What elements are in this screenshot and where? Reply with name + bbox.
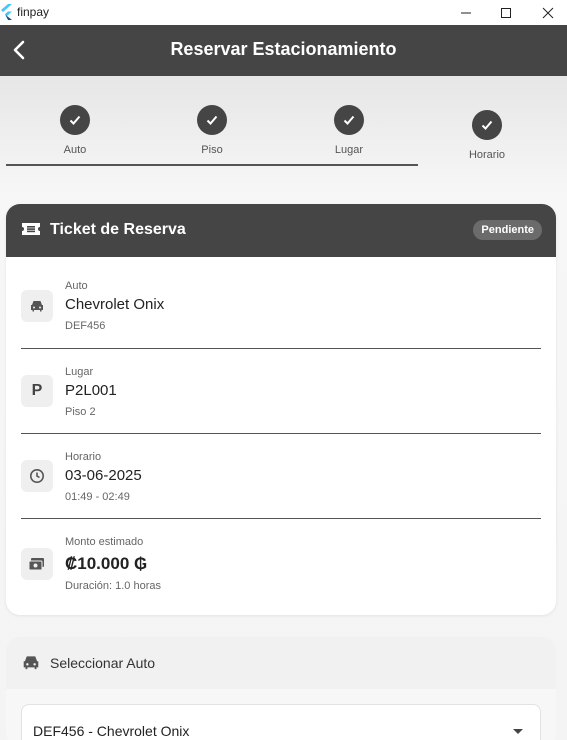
- ticket-header: Ticket de Reserva Pendiente: [6, 204, 556, 257]
- horario-label: Horario: [65, 451, 102, 463]
- select-auto-title: Seleccionar Auto: [50, 655, 156, 671]
- ticket-row-auto: Auto Chevrolet Onix DEF456: [21, 280, 541, 346]
- car-icon: [21, 290, 53, 322]
- window-titlebar: finpay: [0, 0, 567, 25]
- check-icon: [206, 115, 218, 125]
- money-icon: [21, 548, 53, 580]
- step-active-indicator: [472, 110, 502, 140]
- dropdown-caret-icon: [513, 729, 523, 734]
- close-button[interactable]: [526, 0, 567, 25]
- select-auto-header: Seleccionar Auto: [6, 637, 556, 689]
- close-icon: [542, 7, 554, 18]
- ticket-title: Ticket de Reserva: [50, 221, 186, 238]
- divider: [21, 518, 541, 519]
- auto-label: Auto: [65, 280, 88, 292]
- parking-letter: P: [31, 382, 43, 399]
- window-title: finpay: [17, 5, 50, 19]
- step-piso[interactable]: Piso: [162, 105, 262, 156]
- horario-time: 01:49 - 02:49: [65, 491, 130, 503]
- step-done-indicator: [197, 105, 227, 135]
- reservation-ticket-card: Ticket de Reserva Pendiente Auto Chevrol…: [6, 204, 556, 615]
- auto-plate: DEF456: [65, 320, 106, 332]
- divider: [21, 433, 541, 434]
- car-icon: [23, 656, 39, 670]
- minimize-button[interactable]: [444, 0, 488, 25]
- ticket-row-horario: Horario 03-06-2025 01:49 - 02:49: [21, 451, 541, 517]
- app-bar: Reservar Estacionamiento: [0, 25, 567, 76]
- flutter-logo-icon: [1, 4, 12, 20]
- step-label: Lugar: [334, 144, 364, 156]
- maximize-button[interactable]: [484, 0, 528, 25]
- step-label: Auto: [63, 144, 87, 156]
- monto-value: ₡10.000 ₲: [65, 554, 148, 573]
- lugar-floor: Piso 2: [65, 406, 96, 418]
- step-done-indicator: [60, 105, 90, 135]
- parking-icon: P: [21, 375, 53, 407]
- select-auto-card: Seleccionar Auto DEF456 - Chevrolet Onix: [6, 637, 556, 740]
- lugar-label: Lugar: [65, 366, 94, 378]
- step-horario[interactable]: Horario: [437, 110, 537, 161]
- status-badge: Pendiente: [473, 220, 542, 240]
- step-label: Piso: [201, 144, 223, 156]
- ticket-icon: [22, 223, 40, 235]
- step-progress-line: [6, 164, 418, 166]
- minimize-icon: [461, 12, 471, 13]
- lugar-value: P2L001: [65, 382, 117, 399]
- check-icon: [343, 115, 355, 125]
- clock-icon: [21, 460, 53, 492]
- step-label: Horario: [468, 149, 506, 161]
- check-icon: [481, 120, 493, 130]
- step-lugar[interactable]: Lugar: [299, 105, 399, 156]
- ticket-row-monto: Monto estimado ₡10.000 ₲ Duración: 1.0 h…: [21, 536, 541, 602]
- check-icon: [69, 115, 81, 125]
- maximize-icon: [501, 7, 511, 18]
- horario-date: 03-06-2025: [65, 467, 142, 484]
- auto-value: Chevrolet Onix: [65, 296, 165, 313]
- auto-dropdown-value: DEF456 - Chevrolet Onix: [33, 723, 190, 739]
- page-title: Reservar Estacionamiento: [170, 39, 397, 59]
- ticket-row-lugar: P Lugar P2L001 Piso 2: [21, 366, 541, 432]
- step-done-indicator: [334, 105, 364, 135]
- monto-duration: Duración: 1.0 horas: [65, 580, 161, 592]
- monto-label: Monto estimado: [65, 536, 144, 548]
- divider: [21, 348, 541, 349]
- step-auto[interactable]: Auto: [25, 105, 125, 156]
- auto-dropdown[interactable]: DEF456 - Chevrolet Onix: [21, 704, 541, 740]
